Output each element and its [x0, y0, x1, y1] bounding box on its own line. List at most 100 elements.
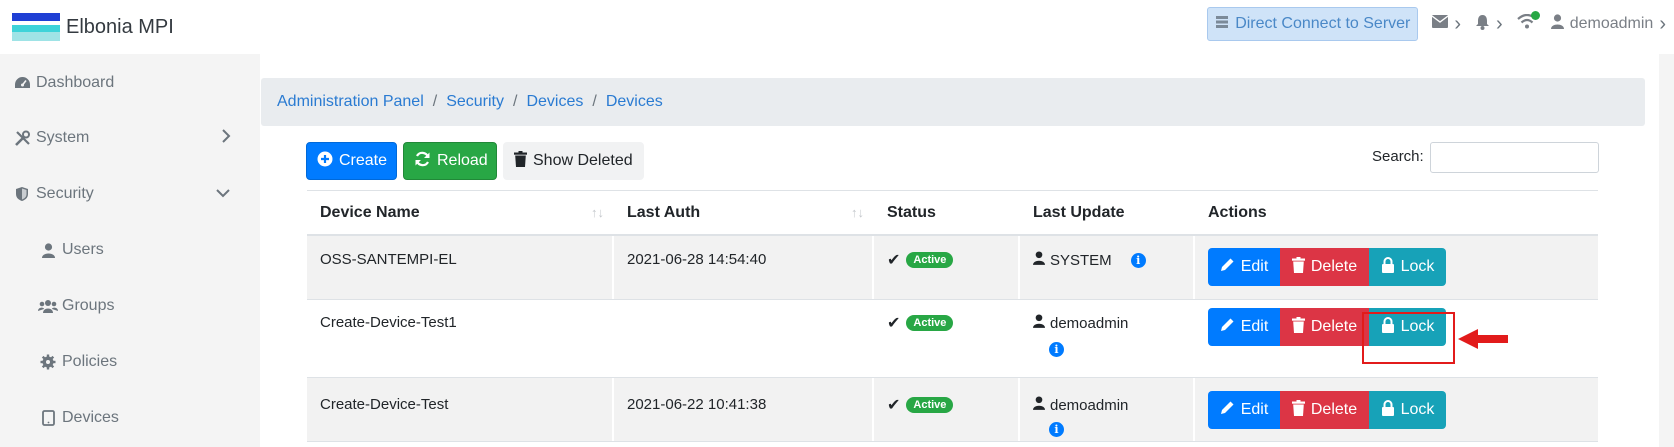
- user-icon: [38, 242, 58, 258]
- delete-label: Delete: [1310, 401, 1358, 418]
- table-row: OSS-SANTEMPI-EL 2021-06-28 14:54:40 ✔ Ac…: [307, 236, 1598, 300]
- direct-connect-button[interactable]: Direct Connect to Server: [1207, 7, 1419, 41]
- delete-button[interactable]: Delete: [1280, 391, 1369, 429]
- column-header-actions: Actions: [1195, 191, 1598, 234]
- lock-label: Lock: [1400, 258, 1435, 275]
- show-deleted-button[interactable]: Show Deleted: [503, 142, 644, 180]
- sidebar-item-devices[interactable]: Devices: [0, 398, 245, 438]
- row-actions: Edit Delete Lock: [1208, 248, 1446, 286]
- header-label: Last Update: [1033, 203, 1125, 221]
- sidebar-item-label: Dashboard: [36, 74, 115, 91]
- check-icon: ✔: [887, 252, 901, 269]
- lock-button[interactable]: Lock: [1369, 391, 1446, 429]
- reload-label: Reload: [437, 152, 488, 169]
- user-icon: [1033, 396, 1045, 414]
- reload-button[interactable]: Reload: [403, 142, 497, 180]
- show-deleted-label: Show Deleted: [533, 152, 633, 169]
- status-cell: ✔ Active: [887, 313, 954, 333]
- user-menu[interactable]: demoadmin ›: [1550, 13, 1666, 36]
- breadcrumb-separator: /: [592, 93, 597, 110]
- status-badge: Active: [906, 397, 954, 413]
- notifications-menu[interactable]: ›: [1475, 13, 1503, 36]
- chevron-right-icon: ›: [1454, 12, 1462, 35]
- chevron-down-icon: [215, 185, 231, 203]
- sidebar-item-dashboard[interactable]: Dashboard: [0, 63, 245, 103]
- updated-by: SYSTEM: [1050, 251, 1112, 269]
- user-icon: [1033, 251, 1045, 269]
- edit-button[interactable]: Edit: [1208, 391, 1280, 429]
- last-update-cell: SYSTEM i: [1033, 251, 1146, 269]
- sidebar-item-label: Groups: [62, 297, 115, 314]
- annotation-arrow-icon: [1458, 328, 1510, 355]
- column-header-device-name[interactable]: Device Name ↑↓: [307, 191, 614, 234]
- chevron-right-icon: [221, 128, 231, 149]
- envelope-icon: [1431, 15, 1449, 33]
- sidebar-item-label: Policies: [62, 353, 118, 370]
- edit-button[interactable]: Edit: [1208, 248, 1280, 286]
- sidebar-item-security[interactable]: Security: [0, 174, 245, 214]
- lock-icon: [1381, 256, 1395, 278]
- user-name: demoadmin: [1569, 15, 1654, 32]
- bell-icon: [1475, 14, 1490, 35]
- last-auth: 2021-06-28 14:54:40: [627, 251, 767, 268]
- user-icon: [1550, 14, 1564, 34]
- header-label: Status: [887, 203, 936, 221]
- trash-icon: [1291, 256, 1305, 278]
- wifi-icon: [1516, 11, 1540, 34]
- edit-button[interactable]: Edit: [1208, 308, 1280, 346]
- annotation-highlight-box: [1362, 312, 1455, 364]
- delete-button[interactable]: Delete: [1280, 248, 1369, 286]
- breadcrumb-item[interactable]: Administration Panel: [277, 93, 424, 111]
- delete-label: Delete: [1310, 258, 1358, 275]
- tablet-icon: [38, 410, 58, 426]
- brand[interactable]: Elbonia MPI: [12, 13, 174, 41]
- create-button[interactable]: Create: [306, 142, 397, 180]
- sync-icon: [414, 151, 431, 172]
- lock-button[interactable]: Lock: [1369, 248, 1446, 286]
- user-icon: [1033, 314, 1045, 332]
- status-cell: ✔ Active: [887, 250, 954, 270]
- users-icon: [38, 299, 58, 313]
- sidebar-item-label: Devices: [62, 409, 119, 426]
- sidebar-item-label: System: [36, 129, 90, 146]
- check-icon: ✔: [887, 315, 901, 332]
- table-row: Create-Device-Test 2021-06-22 10:41:38 ✔…: [307, 378, 1598, 442]
- tools-icon: [12, 130, 32, 147]
- breadcrumb-separator: /: [432, 93, 438, 110]
- connection-status[interactable]: [1516, 11, 1540, 34]
- sidebar-item-label: Security: [36, 185, 94, 202]
- breadcrumb-item[interactable]: Security: [446, 93, 504, 111]
- check-icon: ✔: [887, 397, 901, 414]
- breadcrumb-item[interactable]: Devices: [606, 93, 663, 111]
- dashboard-icon: [12, 76, 32, 91]
- status-cell: ✔ Active: [887, 395, 954, 415]
- messages-menu[interactable]: ›: [1431, 12, 1462, 36]
- sidebar-item-system[interactable]: System: [0, 118, 245, 158]
- trash-icon: [514, 150, 527, 172]
- pencil-icon: [1220, 400, 1235, 420]
- info-icon[interactable]: i: [1049, 342, 1064, 357]
- create-label: Create: [339, 152, 388, 169]
- breadcrumb-separator: /: [513, 93, 518, 110]
- pencil-icon: [1220, 257, 1235, 277]
- table-header-row: Device Name ↑↓ Last Auth ↑↓ Status Last …: [307, 190, 1598, 236]
- sidebar-item-label: Users: [62, 241, 104, 258]
- header-label: Actions: [1208, 203, 1267, 221]
- info-icon[interactable]: i: [1130, 252, 1146, 268]
- elbonia-flag-logo: [12, 13, 60, 41]
- plus-circle-icon: [317, 151, 333, 172]
- device-name: OSS-SANTEMPI-EL: [320, 251, 457, 268]
- app-title: Elbonia MPI: [66, 15, 174, 38]
- sidebar-item-users[interactable]: Users: [0, 230, 245, 270]
- column-header-last-auth[interactable]: Last Auth ↑↓: [614, 191, 874, 234]
- last-update-cell: demoadmin: [1033, 396, 1128, 414]
- sidebar-item-groups[interactable]: Groups: [0, 286, 245, 326]
- search-input[interactable]: [1430, 142, 1599, 173]
- row-actions: Edit Delete Lock: [1208, 391, 1446, 429]
- info-icon[interactable]: i: [1049, 422, 1064, 437]
- status-badge: Active: [906, 252, 954, 268]
- delete-button[interactable]: Delete: [1280, 308, 1369, 346]
- breadcrumb-item[interactable]: Devices: [526, 93, 583, 111]
- sidebar-item-policies[interactable]: Policies: [0, 342, 245, 382]
- trash-icon: [1291, 316, 1305, 338]
